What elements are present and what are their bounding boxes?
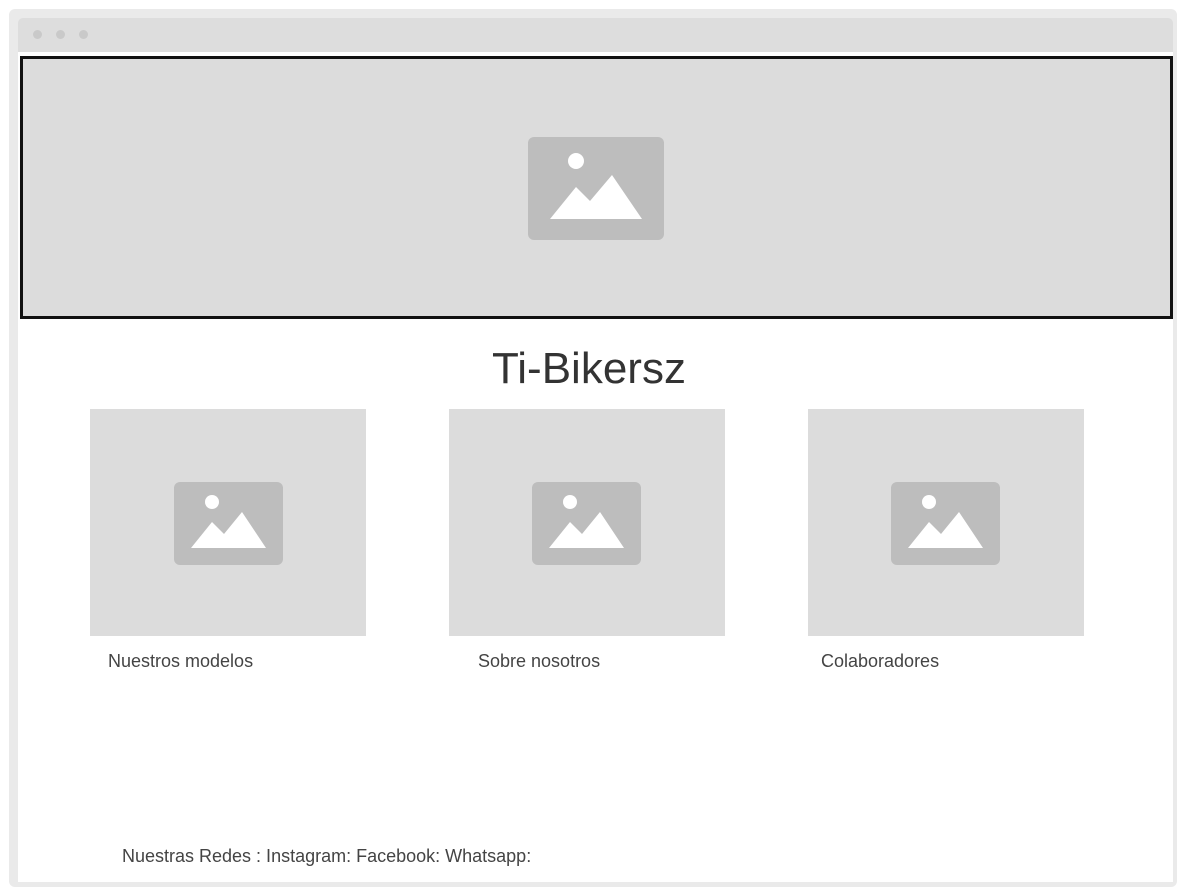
image-placeholder-icon [528,137,664,240]
card-label-colaboradores[interactable]: Colaboradores [821,651,939,672]
card-image-colaboradores[interactable] [808,409,1084,636]
hero-banner-image [20,56,1173,319]
window-control-dot[interactable] [33,30,42,39]
image-placeholder-icon [532,482,641,565]
card-label-sobre-nosotros[interactable]: Sobre nosotros [478,651,600,672]
card-image-nuestros-modelos[interactable] [90,409,366,636]
card-image-sobre-nosotros[interactable] [449,409,725,636]
window-control-dot[interactable] [79,30,88,39]
window-control-dot[interactable] [56,30,65,39]
site-title: Ti-Bikersz [492,344,686,393]
footer-social-links: Nuestras Redes : Instagram: Facebook: Wh… [122,846,532,866]
image-placeholder-icon [891,482,1000,565]
image-placeholder-icon [174,482,283,565]
card-label-nuestros-modelos[interactable]: Nuestros modelos [108,651,253,672]
window-titlebar [18,18,1173,52]
